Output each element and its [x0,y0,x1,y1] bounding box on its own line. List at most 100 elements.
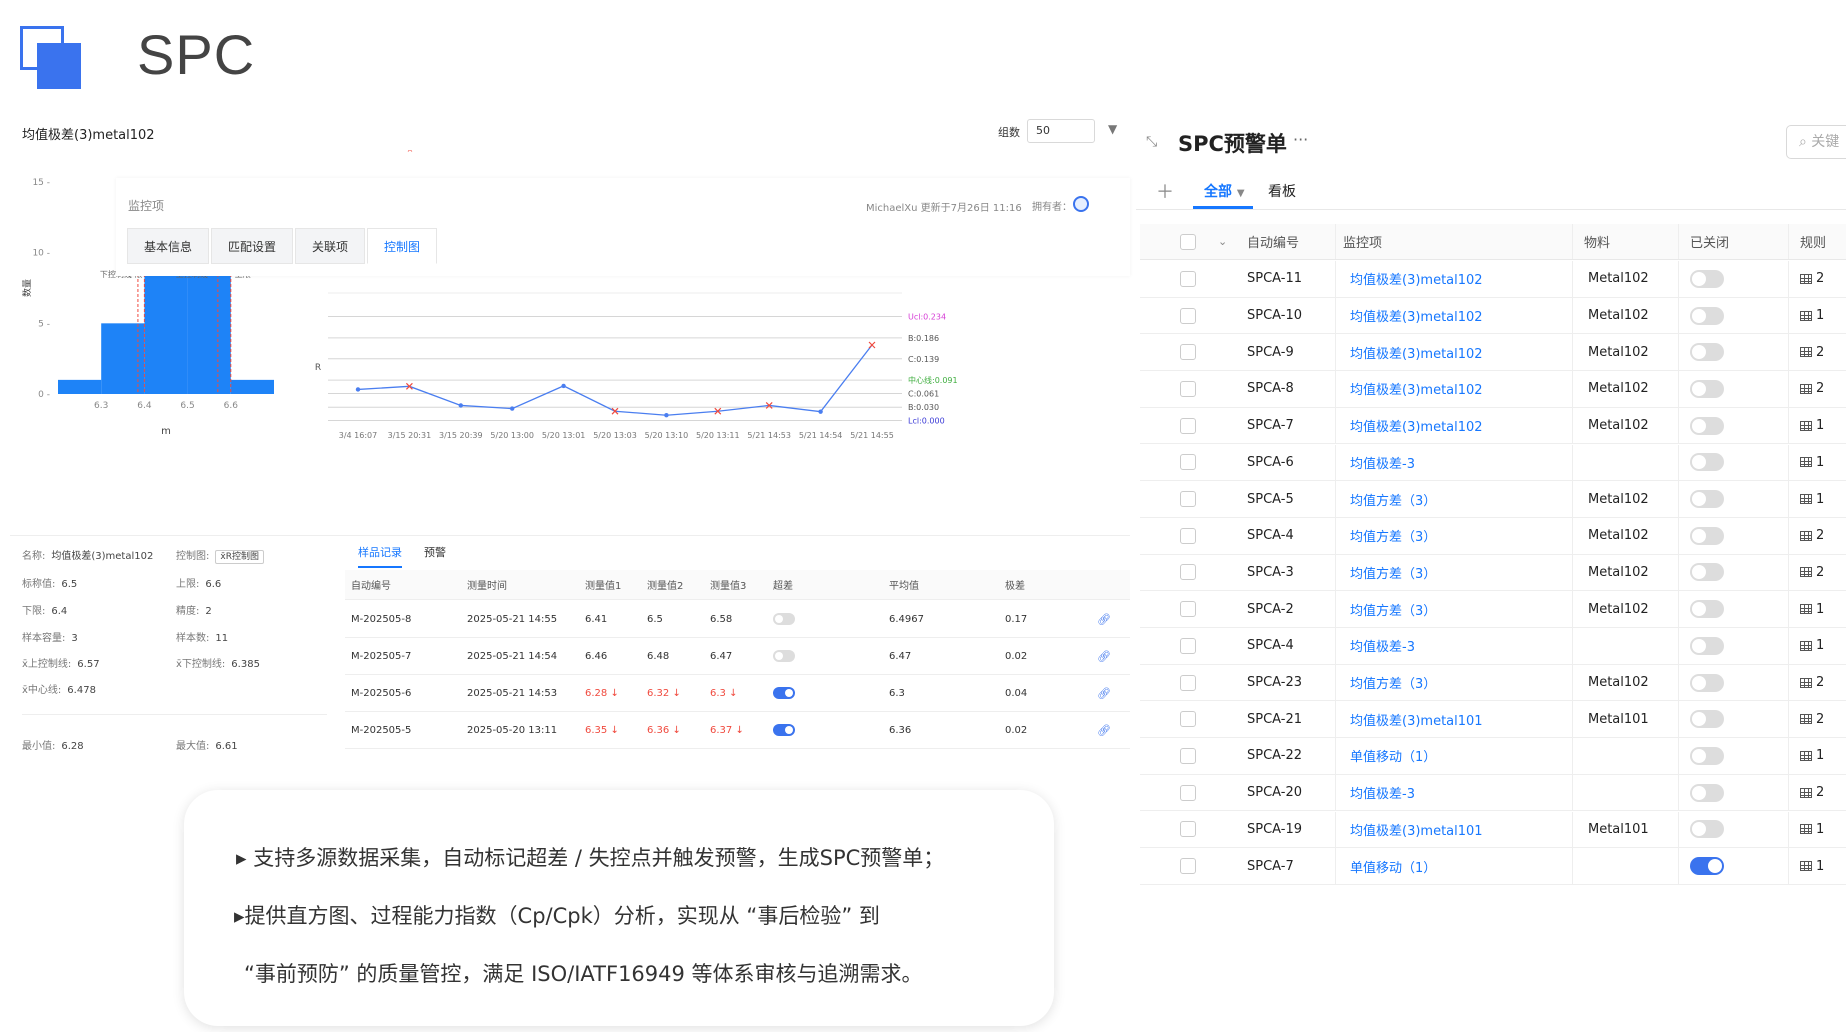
row-checkbox[interactable] [1180,775,1196,811]
alert-row[interactable]: SPCA-8 均值极差(3)metal102 Metal102 2 [1140,371,1846,408]
over-limit-toggle[interactable] [773,601,795,637]
group-count-input[interactable]: 50 [1027,119,1095,143]
monitor-item-link[interactable]: 均值极差-3 [1350,775,1415,811]
select-all-checkbox[interactable] [1180,224,1196,259]
col-header[interactable]: 监控项 [1343,224,1382,259]
over-limit-toggle[interactable] [773,675,795,711]
row-checkbox[interactable] [1180,408,1196,444]
monitor-item-link[interactable]: 均值方差（3） [1350,481,1436,517]
closed-toggle[interactable] [1690,481,1724,517]
add-icon[interactable]: ＋ [1156,178,1174,204]
monitor-item-link[interactable]: 单值移动（1） [1350,848,1436,884]
search-input[interactable]: ⌕ 关键 [1786,125,1846,159]
closed-toggle[interactable] [1690,628,1724,664]
closed-toggle[interactable] [1690,518,1724,554]
row-checkbox[interactable] [1180,518,1196,554]
monitor-item-link[interactable]: 均值极差-3 [1350,628,1415,664]
link-icon[interactable]: 🔗︎ [1097,675,1111,711]
monitor-item-link[interactable]: 均值方差（3） [1350,518,1436,554]
row-checkbox[interactable] [1180,738,1196,774]
col-header[interactable]: 规则 [1800,224,1826,259]
link-icon[interactable]: 🔗︎ [1097,712,1111,748]
closed-toggle[interactable] [1690,738,1724,774]
tab-match-settings[interactable]: 匹配设置 [211,228,294,264]
collapse-icon[interactable]: ⤡ [1146,134,1157,150]
col-header[interactable]: 自动编号 [351,570,391,599]
row-checkbox[interactable] [1180,591,1196,627]
filter-icon[interactable]: ▼ [1108,122,1117,136]
more-icon[interactable]: ··· [1293,130,1308,149]
monitor-item-link[interactable]: 均值极差(3)metal102 [1350,371,1483,407]
over-limit-toggle[interactable] [773,638,795,674]
col-header[interactable]: 已关闭 [1690,224,1729,259]
monitor-item-link[interactable]: 均值极差(3)metal101 [1350,701,1483,737]
col-header[interactable]: 测量值2 [647,570,683,599]
closed-toggle[interactable] [1690,555,1724,591]
alert-row[interactable]: SPCA-21 均值极差(3)metal101 Metal101 2 [1140,701,1846,739]
row-checkbox[interactable] [1180,848,1196,884]
alert-row[interactable]: SPCA-20 均值极差-3 2 [1140,774,1846,812]
closed-toggle[interactable] [1690,591,1724,627]
closed-toggle[interactable] [1690,408,1724,444]
monitor-item-link[interactable]: 均值极差(3)metal101 [1350,812,1483,848]
closed-toggle[interactable] [1690,665,1724,701]
monitor-item-link[interactable]: 均值方差（3） [1350,591,1436,627]
closed-toggle[interactable] [1690,812,1724,848]
monitor-item-link[interactable]: 均值方差（3） [1350,555,1436,591]
tab-control-chart[interactable]: 控制图 [367,228,438,264]
monitor-item-link[interactable]: 均值方差（3） [1350,665,1436,701]
col-header[interactable]: 极差 [1005,570,1025,599]
closed-toggle[interactable] [1690,371,1724,407]
sample-row[interactable]: M-202505-6 2025-05-21 14:53 6.28 ↓ 6.32 ↓ 6.… [345,675,1130,712]
alert-row[interactable]: SPCA-2 均值方差（3） Metal102 1 [1140,591,1846,628]
link-icon[interactable]: 🔗︎ [1097,638,1111,674]
alert-row[interactable]: SPCA-10 均值极差(3)metal102 Metal102 1 [1140,297,1846,335]
alert-row[interactable]: SPCA-3 均值方差（3） Metal102 2 [1140,554,1846,592]
monitor-item-link[interactable]: 均值极差(3)metal102 [1350,261,1483,297]
col-header[interactable]: 超差 [773,570,793,599]
alert-row[interactable]: SPCA-19 均值极差(3)metal101 Metal101 1 [1140,811,1846,849]
alert-row[interactable]: SPCA-11 均值极差(3)metal102 Metal102 2 [1140,261,1846,298]
col-header[interactable]: 物料 [1584,224,1610,259]
link-icon[interactable]: 🔗︎ [1097,601,1111,637]
row-checkbox[interactable] [1180,334,1196,370]
sample-row[interactable]: M-202505-8 2025-05-21 14:55 6.41 6.5 6.58 6.4… [345,601,1130,638]
row-checkbox[interactable] [1180,481,1196,517]
alert-row[interactable]: SPCA-4 均值极差-3 1 [1140,628,1846,665]
closed-toggle[interactable] [1690,334,1724,370]
alert-row[interactable]: SPCA-22 单值移动（1） 1 [1140,738,1846,775]
tab-alerts[interactable]: 预警 [424,544,446,568]
closed-toggle[interactable] [1690,701,1724,737]
alert-row[interactable]: SPCA-23 均值方差（3） Metal102 2 [1140,664,1846,702]
tab-board[interactable]: 看板 [1268,181,1296,201]
col-header[interactable]: 测量值3 [710,570,746,599]
row-checkbox[interactable] [1180,812,1196,848]
monitor-item-link[interactable]: 均值极差(3)metal102 [1350,408,1483,444]
alert-row[interactable]: SPCA-9 均值极差(3)metal102 Metal102 2 [1140,334,1846,372]
closed-toggle[interactable] [1690,848,1724,884]
alert-row[interactable]: SPCA-6 均值极差-3 1 [1140,444,1846,482]
alert-row[interactable]: SPCA-5 均值方差（3） Metal102 1 [1140,481,1846,518]
row-checkbox[interactable] [1180,371,1196,407]
col-header[interactable]: 测量时间 [467,570,507,599]
row-checkbox[interactable] [1180,261,1196,297]
owner-avatar[interactable] [1073,196,1089,212]
col-header[interactable]: 自动编号 [1247,224,1299,259]
closed-toggle[interactable] [1690,775,1724,811]
sample-row[interactable]: M-202505-5 2025-05-20 13:11 6.35 ↓ 6.36 ↓ 6.… [345,712,1130,749]
monitor-item-link[interactable]: 均值极差-3 [1350,445,1415,481]
tab-sample-records[interactable]: 样品记录 [358,544,402,568]
closed-toggle[interactable] [1690,261,1724,297]
tab-basic-info[interactable]: 基本信息 [127,228,210,264]
closed-toggle[interactable] [1690,298,1724,334]
row-checkbox[interactable] [1180,628,1196,664]
row-checkbox[interactable] [1180,445,1196,481]
row-checkbox[interactable] [1180,665,1196,701]
chevron-down-icon[interactable]: ⌄ [1218,224,1227,259]
alert-row[interactable]: SPCA-7 均值极差(3)metal102 Metal102 1 [1140,407,1846,445]
col-header[interactable]: 平均值 [889,570,919,599]
tab-all[interactable]: 全部 ▼ [1204,181,1245,201]
alert-row[interactable]: SPCA-7 单值移动（1） 1 [1140,848,1846,885]
over-limit-toggle[interactable] [773,712,795,748]
row-checkbox[interactable] [1180,298,1196,334]
